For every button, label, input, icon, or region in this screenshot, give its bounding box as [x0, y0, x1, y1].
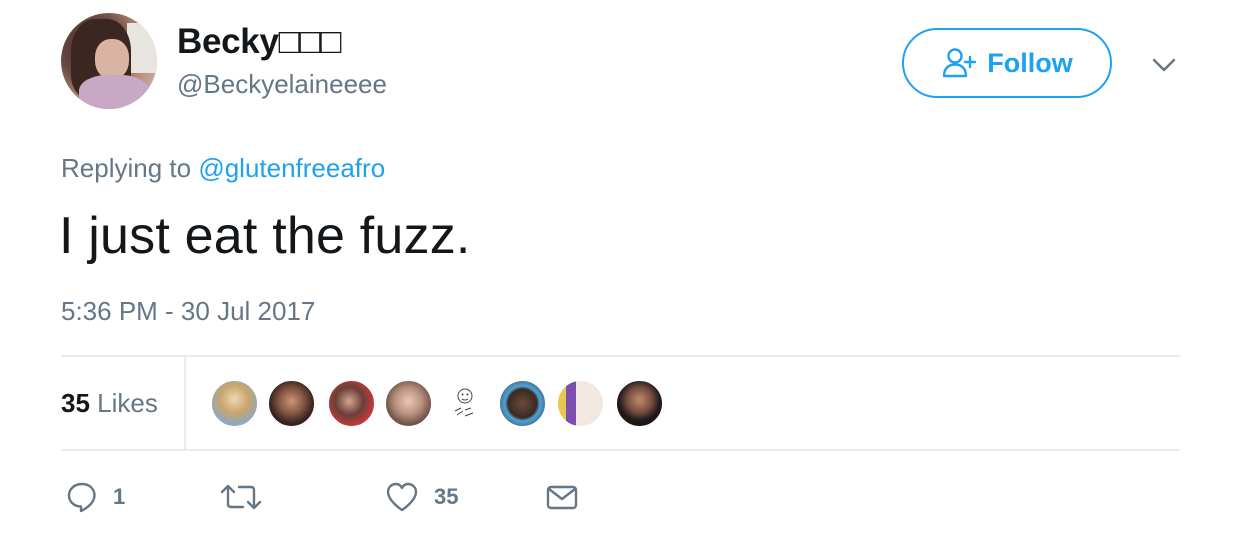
follow-button-label: Follow [987, 47, 1073, 78]
envelope-icon [546, 485, 578, 510]
chevron-down-icon[interactable] [1150, 54, 1178, 76]
display-name[interactable]: Becky□□□ [177, 22, 341, 62]
follow-button[interactable]: Follow [902, 28, 1112, 98]
user-handle[interactable]: @Beckyelaineeee [177, 69, 387, 100]
liker-avatar[interactable] [498, 379, 547, 428]
avatar-face [95, 39, 129, 79]
divider-top [61, 355, 1180, 357]
reply-count: 1 [113, 484, 126, 509]
avatar-shirt [79, 75, 149, 109]
liker-avatar[interactable] [441, 379, 490, 428]
like-count: 35 [434, 484, 459, 509]
liker-avatar[interactable] [210, 379, 259, 428]
reply-icon [67, 482, 96, 513]
retweet-button[interactable] [218, 475, 278, 519]
liker-avatar[interactable] [615, 379, 664, 428]
reply-button[interactable]: 1 [65, 475, 125, 519]
reply-mention-link[interactable]: @glutenfreeafro [198, 153, 385, 183]
tweet-timestamp[interactable]: 5:36 PM - 30 Jul 2017 [61, 296, 315, 327]
likes-label: Likes [97, 388, 158, 418]
divider-vertical [184, 357, 186, 449]
liker-avatar[interactable] [556, 379, 605, 428]
heart-icon [386, 482, 418, 512]
tweet-actions: 1 35 [61, 475, 661, 519]
divider-bottom [61, 449, 1180, 451]
liker-avatar[interactable] [327, 379, 376, 428]
reply-prefix: Replying to [61, 153, 192, 183]
retweet-icon [220, 484, 262, 510]
avatar-background [127, 23, 157, 73]
likes-stat[interactable]: 35 Likes [61, 388, 158, 419]
like-button[interactable]: 35 [384, 475, 458, 519]
reply-context: Replying to @glutenfreeafro [61, 153, 385, 184]
tweet-text: I just eat the fuzz. [59, 207, 471, 265]
direct-message-button[interactable] [545, 475, 579, 519]
avatar[interactable] [61, 13, 157, 109]
likes-number: 35 [61, 388, 90, 418]
tweet-card: Becky□□□ @Beckyelaineeee Follow Replying… [0, 0, 1236, 554]
person-plus-icon [941, 47, 977, 79]
liker-avatar[interactable] [384, 379, 433, 428]
liker-avatar[interactable] [267, 379, 316, 428]
